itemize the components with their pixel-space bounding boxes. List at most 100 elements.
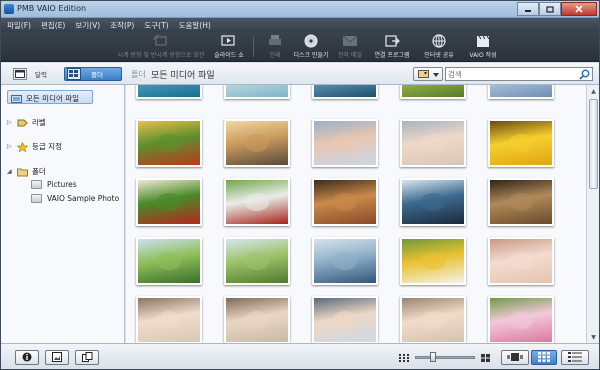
thumbnail-strawberries-price-tags[interactable]: [136, 178, 202, 226]
menu-edit[interactable]: 편집(E): [41, 20, 65, 31]
thumbnail-pink-bouquet[interactable]: [488, 296, 554, 343]
scroll-up-icon[interactable]: ▲: [587, 85, 599, 97]
thumbnail-ocean-coast[interactable]: [136, 85, 202, 99]
print-icon: [267, 34, 283, 48]
image-frame-icon: [52, 351, 62, 364]
sidebar-item-rating-label: 등급 지정: [32, 142, 62, 151]
media-icon: [11, 94, 22, 104]
open-with-label: 연결 프로그램: [374, 52, 410, 59]
menu-view[interactable]: 보기(V): [75, 20, 100, 31]
expand-arrow-icon[interactable]: ▷: [7, 143, 17, 150]
sidebar: 모든 미디어 파일 ▷ 라벨 ▷ 등급 지정 ◢ 폴더 Pictures VAI…: [1, 85, 125, 343]
view-bar: 달력 폴더 폴더 모든 미디어 파일: [1, 63, 599, 85]
collapse-arrow-icon[interactable]: ◢: [7, 168, 17, 175]
menu-help[interactable]: 도움말(H): [179, 20, 211, 31]
thumbnail-image: [420, 193, 446, 211]
sidebar-folder-vaio-sample[interactable]: VAIO Sample Photo: [31, 194, 119, 203]
sidebar-item-folders[interactable]: ◢ 폴더: [7, 166, 46, 177]
thumbnail-street-sign-night[interactable]: [400, 178, 466, 226]
thumbnail-image: [508, 193, 534, 211]
info-button[interactable]: [15, 350, 39, 365]
scroll-down-icon[interactable]: ▼: [587, 331, 599, 343]
breadcrumb-root[interactable]: 폴더: [131, 69, 146, 80]
thumbnail-baby-face[interactable]: [400, 296, 466, 343]
thumbnail-laughing-baby[interactable]: [136, 296, 202, 343]
thumbnail-market-fruit[interactable]: [136, 119, 202, 167]
image-frame-button[interactable]: [45, 350, 69, 365]
create-disc-button[interactable]: 디스크 만들기: [291, 34, 331, 61]
thumbnail-sky-clouds[interactable]: [488, 85, 554, 99]
folder-view-icon: [67, 68, 81, 80]
large-grid-icon[interactable]: [481, 354, 490, 364]
expand-arrow-icon[interactable]: ▷: [7, 119, 17, 126]
scrollbar-thumb[interactable]: [589, 99, 598, 189]
title-bar: PMB VAIO Edition: [1, 1, 599, 18]
thumbnail-sunset-sea[interactable]: [224, 119, 290, 167]
thumbnail-meadow-trees[interactable]: [136, 237, 202, 285]
thumbnail-image: [332, 193, 358, 211]
search-icon[interactable]: [579, 69, 590, 82]
thumbnail-view-button[interactable]: [531, 350, 557, 365]
folder-icon: [31, 194, 42, 203]
email-button[interactable]: 전자 메일: [337, 34, 363, 61]
thumbnail-image: [420, 134, 446, 152]
thumbnail-daisy-flower[interactable]: [400, 237, 466, 285]
thumbnail-image: [332, 134, 358, 152]
close-icon[interactable]: [561, 2, 597, 16]
print-button[interactable]: 인쇄: [263, 34, 287, 61]
rotate-label: 시계 방향 및 반시계 방향으로 회전: [117, 52, 205, 59]
sort-filter-dropdown[interactable]: [413, 67, 443, 81]
thumbnail-lake-town[interactable]: [312, 237, 378, 285]
thumbnail-sunflowers[interactable]: [488, 119, 554, 167]
menu-file[interactable]: 파일(F): [7, 20, 31, 31]
internet-share-button[interactable]: 인터넷 공유: [419, 34, 459, 61]
vaio-create-button[interactable]: VAIO 작성: [463, 34, 503, 61]
menu-tools[interactable]: 도구(T): [144, 20, 168, 31]
vertical-scrollbar[interactable]: ▲ ▼: [586, 85, 599, 343]
thumbnail-grass-field[interactable]: [400, 85, 466, 99]
app-logo-icon: [4, 4, 14, 14]
thumbnail-image: [332, 252, 358, 270]
filmstrip-view-button[interactable]: [501, 350, 529, 365]
thumbnail-beach-shore[interactable]: [224, 85, 290, 99]
sidebar-item-label[interactable]: ▷ 라벨: [7, 117, 46, 128]
thumbnail-alley-bicycle[interactable]: [488, 178, 554, 226]
details-view-button[interactable]: [561, 350, 589, 365]
minimize-icon[interactable]: [517, 2, 539, 16]
menu-operate[interactable]: 조작(P): [110, 20, 134, 31]
zoom-slider-track[interactable]: [415, 356, 475, 359]
thumbnail-sleeping-baby[interactable]: [488, 237, 554, 285]
sidebar-item-rating[interactable]: ▷ 등급 지정: [7, 141, 62, 152]
open-with-button[interactable]: 연결 프로그램: [369, 34, 415, 61]
details-view-icon: [568, 351, 582, 364]
slideshow-label: 슬라이드 쇼: [214, 52, 244, 59]
thumbnail-sea-horizon[interactable]: [312, 85, 378, 99]
window-controls: [517, 2, 597, 16]
thumbnail-baby-lying[interactable]: [312, 119, 378, 167]
thumbnail-baby-smiling[interactable]: [224, 296, 290, 343]
zoom-slider-handle[interactable]: [430, 352, 436, 362]
search-input[interactable]: [448, 68, 576, 80]
thumbnail-toddler-portrait[interactable]: [312, 296, 378, 343]
thumbnail-strawberry-stall[interactable]: [224, 178, 290, 226]
thumbnail-old-town-street[interactable]: [312, 178, 378, 226]
thumbnail-baby-crawling[interactable]: [400, 119, 466, 167]
maximize-icon[interactable]: [539, 2, 561, 16]
thumbnail-image: [156, 193, 182, 211]
vaio-create-label: VAIO 작성: [469, 52, 497, 59]
thumbnail-countryside-field[interactable]: [224, 237, 290, 285]
sidebar-folder-pictures[interactable]: Pictures: [31, 180, 77, 189]
small-grid-icon[interactable]: [399, 354, 409, 364]
open-with-icon: [384, 34, 400, 48]
sidebar-item-all-media[interactable]: 모든 미디어 파일: [11, 93, 79, 104]
copy-button[interactable]: [75, 350, 99, 365]
rotate-button[interactable]: 시계 방향 및 반시계 방향으로 회전: [113, 34, 209, 61]
sidebar-folder-vaio-sample-label: VAIO Sample Photo: [47, 194, 120, 203]
calendar-view-icon[interactable]: [13, 68, 27, 80]
menu-bar: 파일(F) 편집(E) 보기(V) 조작(P) 도구(T) 도움말(H): [1, 18, 599, 32]
folder-icon: [31, 180, 42, 189]
create-disc-label: 디스크 만들기: [293, 52, 329, 59]
slideshow-button[interactable]: 슬라이드 쇼: [211, 34, 247, 61]
calendar-view-label[interactable]: 달력: [35, 69, 47, 79]
sidebar-folder-pictures-label: Pictures: [47, 180, 77, 189]
